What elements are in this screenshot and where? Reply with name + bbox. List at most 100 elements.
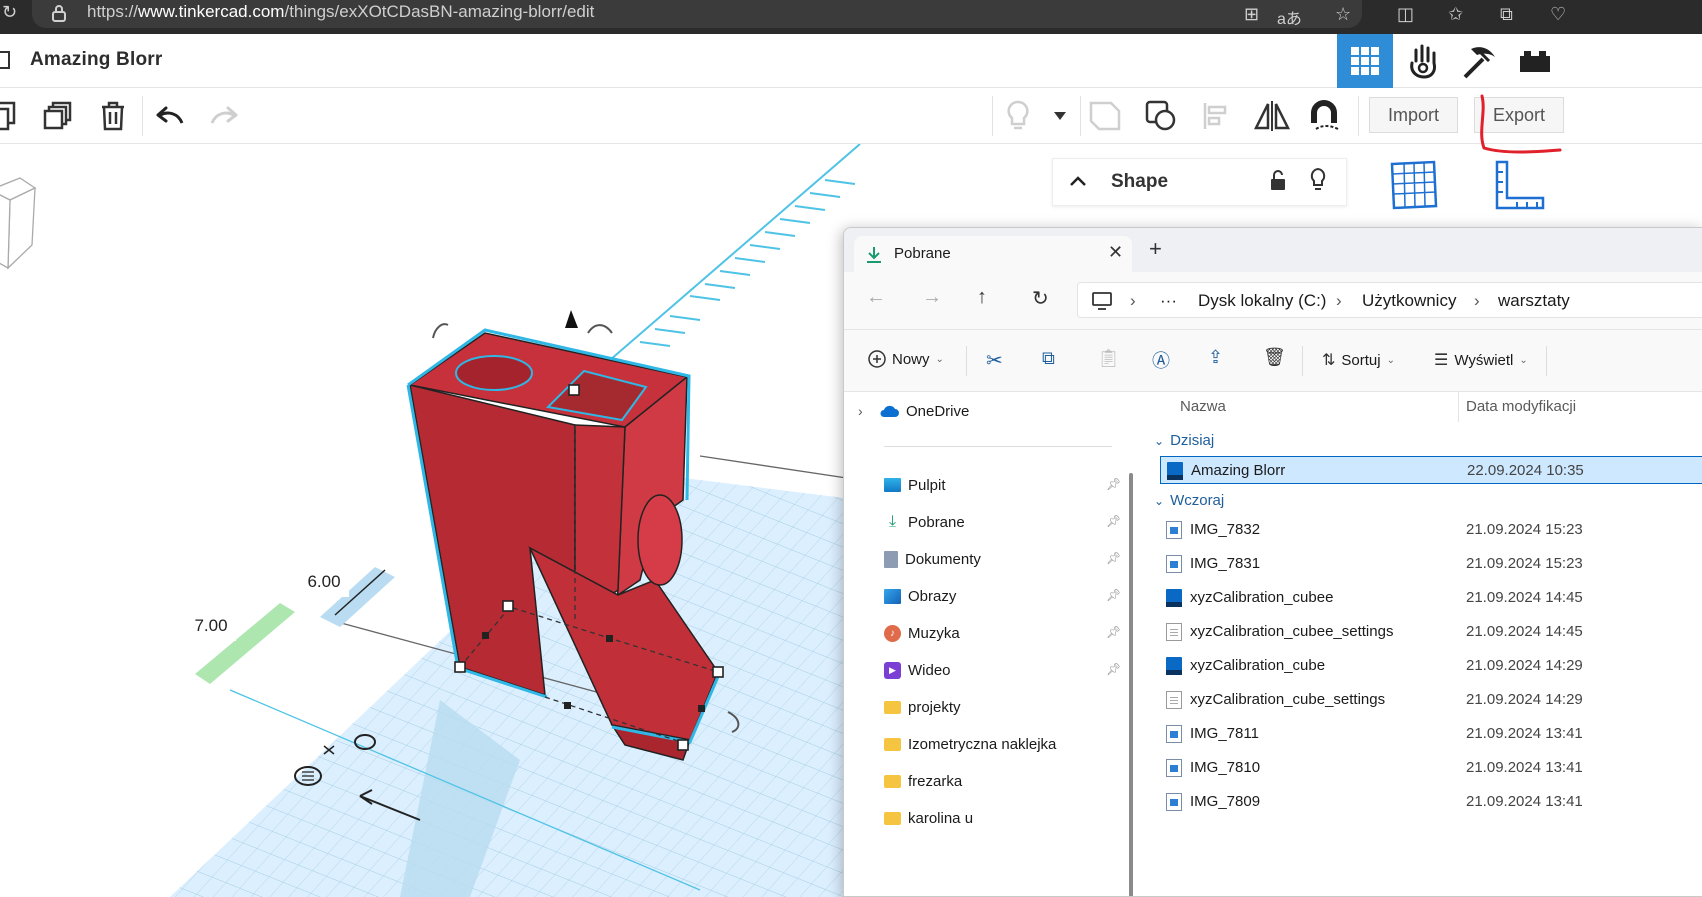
delete-button[interactable] [95,98,131,134]
nav-item-desktop[interactable]: Pulpit [884,470,946,500]
import-button[interactable]: Import [1369,97,1459,133]
collections-icon[interactable]: ⧉ [1500,4,1513,25]
address-breadcrumb[interactable]: › ··· Dysk lokalny (C:) › Użytkownicy › … [1077,282,1702,318]
chevron-down-icon: ⌄ [1519,354,1528,366]
nav-item-pictures[interactable]: Obrazy [884,581,956,611]
nav-item-folder[interactable]: frezarka [884,766,962,796]
pin-icon[interactable]: 📌︎ [1106,551,1121,565]
share-icon[interactable]: ⇪ [1208,347,1223,368]
nav-item-downloads[interactable]: ⤓ Pobrane [884,507,965,537]
design-title[interactable]: Amazing Blorr [30,49,162,71]
up-icon[interactable]: ↑ [977,286,987,309]
breadcrumb-overflow-icon[interactable]: ··· [1160,291,1177,311]
file-row[interactable]: IMG_7811 21.09.2024 13:41 [1160,720,1702,748]
nav-scrollbar[interactable] [1129,473,1133,896]
group-button[interactable] [1087,98,1123,134]
file-date: 21.09.2024 13:41 [1466,725,1583,742]
apps-icon[interactable]: ⊞ [1244,4,1259,25]
sort-button[interactable]: ⇅ Sortuj ⌄ [1322,350,1395,370]
3d-design-view-button[interactable] [1337,34,1393,88]
ungroup-button[interactable] [1143,98,1179,134]
column-header-date[interactable]: Data modyfikacji [1466,398,1576,415]
breadcrumb-drive[interactable]: Dysk lokalny (C:) [1198,291,1326,311]
pin-icon[interactable]: 📌︎ [1106,588,1121,602]
rename-icon[interactable]: Ⓐ [1152,347,1170,373]
address-bar[interactable]: https://www.tinkercad.com/things/exXOtCD… [32,0,1362,28]
file-row[interactable]: xyzCalibration_cube_settings 21.09.2024 … [1160,686,1702,714]
breadcrumb-users[interactable]: Użytkownicy [1362,291,1456,311]
nav-item-label: Dokumenty [905,550,981,568]
close-tab-icon[interactable]: ✕ [1108,242,1123,263]
dimension-width-label[interactable]: 6.00 [299,567,349,597]
file-row[interactable]: IMG_7831 21.09.2024 15:23 [1160,550,1702,578]
ruler-tool-icon[interactable] [1495,160,1547,212]
show-hide-button[interactable] [1000,98,1036,134]
pin-icon[interactable]: 📌︎ [1106,625,1121,639]
copy-icon[interactable]: ⧉ [1042,348,1055,369]
file-row[interactable]: xyzCalibration_cubee 21.09.2024 14:45 [1160,584,1702,612]
workplane-tool-icon[interactable] [1390,160,1438,210]
file-name: xyzCalibration_cube [1190,657,1326,674]
file-row[interactable]: IMG_7810 21.09.2024 13:41 [1160,754,1702,782]
nav-item-folder[interactable]: Izometryczna naklejka [884,729,1056,759]
nav-item-label: karolina u [908,809,974,827]
nav-item-label: Pobrane [908,513,965,531]
nav-item-folder[interactable]: karolina u [884,803,973,833]
nav-item-video[interactable]: ▶ Wideo [884,655,951,685]
cut-icon[interactable]: ✂ [986,348,1003,373]
file-row[interactable]: Amazing Blorr 22.09.2024 10:35 [1160,456,1702,484]
translate-icon[interactable]: aあ [1277,5,1302,29]
file-row[interactable]: IMG_7832 21.09.2024 15:23 [1160,516,1702,544]
pin-icon[interactable]: 📌︎ [1106,514,1121,528]
favorite-star-icon[interactable]: ☆ [1335,4,1351,25]
favorites-icon[interactable]: ✩ [1448,4,1463,25]
menu-icon[interactable] [0,51,10,69]
nav-item-onedrive[interactable]: › OneDrive [858,396,969,426]
nav-item-documents[interactable]: Dokumenty [884,544,981,574]
align-button[interactable] [1198,98,1234,134]
explorer-tab[interactable]: Pobrane ✕ [854,236,1132,272]
file-date: 21.09.2024 15:23 [1466,521,1583,538]
file-row[interactable]: xyzCalibration_cube 21.09.2024 14:29 [1160,652,1702,680]
back-icon[interactable]: ← [866,286,886,309]
split-screen-icon[interactable]: ◫ [1397,4,1414,25]
delete-icon[interactable]: 🗑︎ [1263,347,1286,368]
pin-icon[interactable]: 📌︎ [1106,662,1121,676]
forward-icon[interactable]: → [922,286,942,309]
file-row[interactable]: IMG_7809 21.09.2024 13:41 [1160,788,1702,816]
paste-icon[interactable]: 📋︎ [1097,348,1120,369]
view-button[interactable]: ☰ Wyświetl ⌄ [1434,350,1528,370]
refresh-icon[interactable]: ↻ [1032,286,1049,311]
refresh-icon[interactable]: ↻ [2,2,17,23]
cruise-button[interactable] [1308,98,1344,134]
visibility-dropdown-button[interactable] [1042,98,1078,134]
group-header-yesterday[interactable]: ⌄ Wczoraj [1154,492,1224,509]
blocks-view-button[interactable] [1395,34,1451,88]
nav-item-music[interactable]: ♪ Muzyka [884,618,960,648]
unlock-icon[interactable] [1269,169,1287,191]
sim-lab-button[interactable] [1507,34,1563,88]
dimension-length-label[interactable]: 7.00 [186,611,236,641]
breadcrumb-user[interactable]: warsztaty [1498,291,1570,311]
heartbeat-icon[interactable]: ♡ [1550,4,1566,25]
pin-icon[interactable]: 📌︎ [1106,477,1121,491]
mirror-button[interactable] [1254,98,1290,134]
bricks-view-button[interactable] [1451,34,1507,88]
chevron-up-icon[interactable] [1069,175,1087,187]
desktop-icon [884,478,901,492]
column-header-name[interactable]: Nazwa [1180,398,1226,415]
undo-button[interactable] [152,98,188,134]
file-row[interactable]: xyzCalibration_cubee_settings 21.09.2024… [1160,618,1702,646]
lightbulb-icon[interactable] [1309,167,1327,193]
documents-icon [884,550,898,568]
nav-item-folder[interactable]: projekty [884,692,961,722]
copy-button[interactable] [0,98,22,134]
duplicate-button[interactable] [40,98,76,134]
redo-button[interactable] [206,98,242,134]
view-cube[interactable] [0,177,37,270]
file-date: 21.09.2024 13:41 [1466,759,1583,776]
lift-cone-handle[interactable] [565,310,578,328]
group-header-today[interactable]: ⌄ Dzisiaj [1154,432,1214,449]
new-tab-icon[interactable]: + [1149,236,1162,262]
new-button[interactable]: Nowy ⌄ [868,350,944,368]
